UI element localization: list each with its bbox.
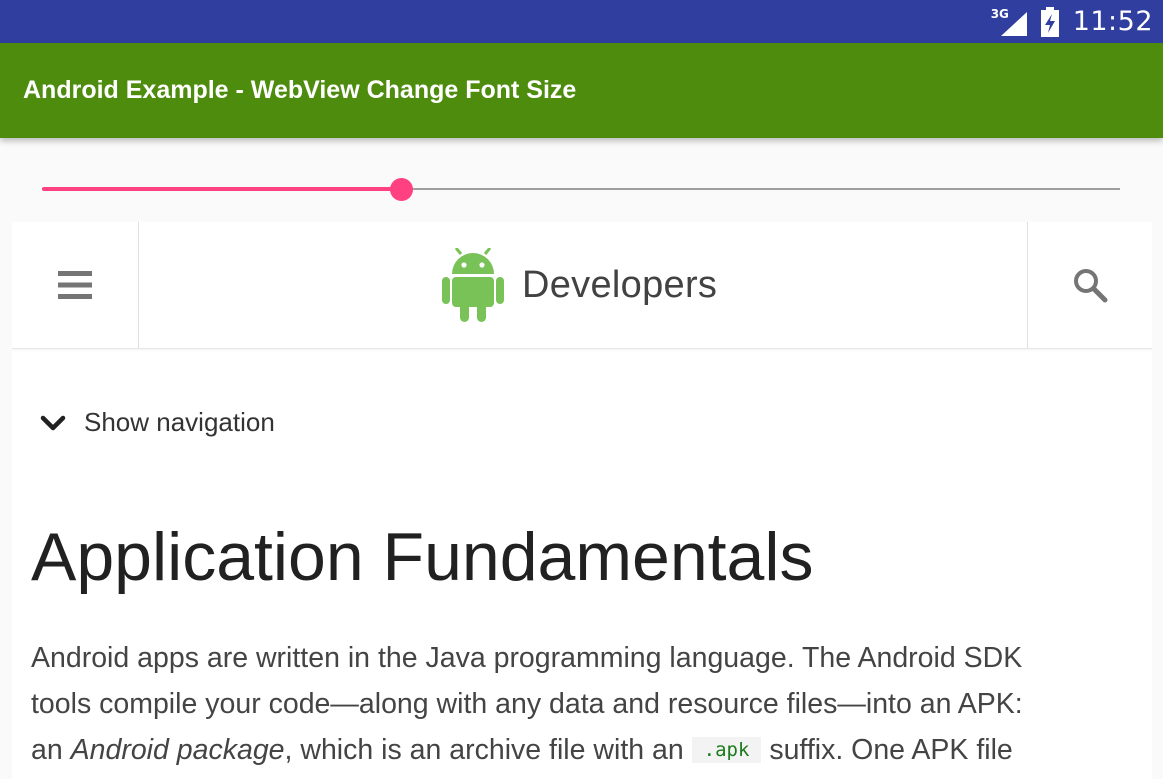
hamburger-menu-icon	[58, 271, 92, 299]
show-navigation-toggle[interactable]: Show navigation	[40, 407, 275, 438]
webview[interactable]: Developers Show navigation Application F…	[12, 222, 1152, 779]
text-segment: an	[31, 734, 71, 766]
signal-icon	[1000, 11, 1027, 36]
paragraph-line: tools compile your code—along with any d…	[31, 688, 1023, 720]
search-icon	[1074, 269, 1108, 303]
emphasis-android-package: Android package	[70, 734, 285, 766]
site-brand[interactable]: Developers	[442, 247, 717, 323]
page-title: Application Fundamentals	[31, 519, 814, 595]
text-segment: , which is an archive file with an	[284, 734, 692, 766]
search-button[interactable]	[1027, 222, 1152, 348]
brand-text: Developers	[522, 263, 718, 306]
battery-charging-icon	[1040, 6, 1059, 37]
status-time: 11:52	[1072, 6, 1153, 37]
site-header: Developers	[12, 222, 1152, 349]
chevron-down-icon	[40, 415, 66, 430]
article-intro-paragraph: Android apps are written in the Java pro…	[31, 635, 1131, 773]
slider-thumb[interactable]	[389, 178, 413, 201]
app-bar: Android Example - WebView Change Font Si…	[0, 43, 1163, 138]
inline-code-apk: .apk	[691, 737, 762, 763]
network-indicator: 3G	[991, 7, 1027, 36]
android-robot-icon	[442, 248, 504, 322]
app-title: Android Example - WebView Change Font Si…	[23, 76, 577, 104]
status-icons: 3G 11:52	[991, 0, 1153, 43]
font-size-slider[interactable]	[0, 138, 1163, 222]
menu-button[interactable]	[12, 222, 139, 348]
show-navigation-label: Show navigation	[84, 407, 275, 437]
paragraph-line: an Android package, which is an archive …	[31, 727, 1131, 773]
paragraph-line: Android apps are written in the Java pro…	[31, 642, 1023, 674]
status-bar: 3G 11:52	[0, 0, 1163, 43]
slider-fill	[42, 187, 401, 191]
text-segment: suffix. One APK file	[761, 734, 1013, 766]
